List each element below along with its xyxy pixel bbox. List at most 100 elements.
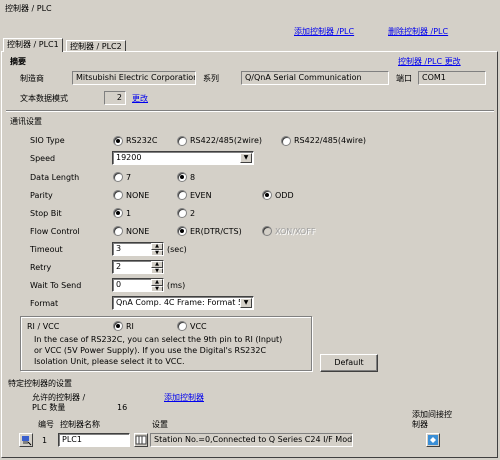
- chevron-down-icon[interactable]: ▼: [240, 153, 252, 163]
- summary-heading: 摘要: [10, 57, 26, 66]
- flow-none-label: NONE: [126, 227, 150, 236]
- retry-value: 2: [116, 262, 122, 271]
- settings-button[interactable]: [134, 433, 148, 447]
- flow-none-radio[interactable]: [113, 226, 123, 236]
- parity-even-label: EVEN: [190, 191, 212, 200]
- add-indirect-button[interactable]: [426, 433, 440, 447]
- data-length-8-label: 8: [190, 173, 196, 182]
- sio-rs422-2wire-radio[interactable]: [177, 136, 187, 146]
- wait-to-send-unit: (ms): [167, 281, 186, 290]
- stop-bit-label: Stop Bit: [30, 209, 62, 218]
- spin-up-icon[interactable]: ▲: [151, 261, 163, 268]
- data-length-7-label: 7: [126, 173, 132, 182]
- allowed-count-label-1: 允许的控制器 /: [32, 393, 86, 402]
- flow-er-label: ER(DTR/CTS): [190, 227, 242, 236]
- data-length-7-radio[interactable]: [113, 172, 123, 182]
- sio-rs232c-label: RS232C: [126, 136, 158, 145]
- flow-xonxoff-label: XON/XOFF: [275, 227, 316, 236]
- rivcc-ri-label: RI: [126, 322, 134, 331]
- specific-settings-heading: 特定控制器的设置: [8, 379, 72, 388]
- spin-down-icon[interactable]: ▼: [151, 286, 163, 291]
- col-settings-header: 设置: [152, 420, 168, 429]
- port-value: COM1: [418, 71, 486, 85]
- timeout-label: Timeout: [30, 245, 63, 254]
- allowed-count-label-2: PLC 数量: [32, 403, 66, 412]
- col-name-header: 控制器名称: [60, 420, 100, 429]
- retry-label: Retry: [30, 263, 52, 272]
- rivcc-note-line1: In the case of RS232C, you can select th…: [34, 335, 283, 344]
- flow-control-label: Flow Control: [30, 227, 80, 236]
- add-specific-controller-link[interactable]: 添加控制器: [164, 393, 204, 403]
- timeout-unit: (sec): [167, 245, 187, 254]
- series-value: Q/QnA Serial Communication: [241, 71, 389, 85]
- timeout-stepper[interactable]: 3 ▲ ▼: [112, 242, 164, 256]
- speed-label: Speed: [30, 154, 56, 163]
- parity-label: Parity: [30, 191, 53, 200]
- speed-value: 19200: [116, 153, 142, 162]
- retry-stepper[interactable]: 2 ▲ ▼: [112, 260, 164, 274]
- rivcc-note-line2: or VCC (5V Power Supply). If you use the…: [34, 346, 267, 355]
- delete-controller-link[interactable]: 删除控制器 /PLC: [388, 27, 448, 37]
- allowed-count-value: 16: [117, 403, 128, 412]
- rivcc-label: RI / VCC: [27, 322, 60, 331]
- flow-er-radio[interactable]: [177, 226, 187, 236]
- col-number-header: 编号: [38, 420, 54, 429]
- spin-down-icon[interactable]: ▼: [151, 268, 163, 273]
- format-value: QnA Comp. 4C Frame: Format 5: [116, 298, 244, 307]
- series-label: 系列: [203, 74, 219, 83]
- parity-odd-radio[interactable]: [262, 190, 272, 200]
- add-indirect-icon: [428, 435, 438, 445]
- text-mode-value: 2: [104, 91, 126, 105]
- wait-to-send-stepper[interactable]: 0 ▲ ▼: [112, 278, 164, 292]
- add-indirect-header-2: 制器: [412, 420, 428, 429]
- stop-bit-1-radio[interactable]: [113, 208, 123, 218]
- rivcc-ri-radio[interactable]: [113, 321, 123, 331]
- wait-to-send-value: 0: [116, 280, 122, 289]
- sio-rs232c-radio[interactable]: [113, 136, 123, 146]
- data-length-8-radio[interactable]: [177, 172, 187, 182]
- port-label: 端口: [396, 74, 412, 83]
- rivcc-note-line3: Isolation Unit, please select it to VCC.: [34, 357, 185, 366]
- data-length-label: Data Length: [30, 173, 80, 182]
- row-settings-value: Station No.=0,Connected to Q Series C24 …: [150, 433, 353, 447]
- parity-odd-label: ODD: [275, 191, 294, 200]
- format-label: Format: [30, 299, 59, 308]
- spin-up-icon[interactable]: ▲: [151, 279, 163, 286]
- change-controller-link[interactable]: 控制器 /PLC 更改: [398, 57, 461, 67]
- window-title: 控制器 / PLC: [5, 4, 52, 13]
- stop-bit-1-label: 1: [126, 209, 132, 218]
- rivcc-vcc-radio[interactable]: [177, 321, 187, 331]
- divider: [6, 110, 494, 112]
- sio-type-label: SIO Type: [30, 136, 65, 145]
- parity-none-label: NONE: [126, 191, 150, 200]
- row-number: 1: [42, 436, 48, 445]
- rivcc-vcc-label: VCC: [190, 322, 207, 331]
- text-mode-label: 文本数据模式: [20, 94, 68, 103]
- sio-rs422-4wire-radio[interactable]: [281, 136, 291, 146]
- text-mode-change-link[interactable]: 更改: [132, 94, 148, 104]
- sio-rs422-4wire-label: RS422/485(4wire): [294, 136, 367, 145]
- settings-grid-icon: [135, 435, 147, 445]
- spin-up-icon[interactable]: ▲: [151, 243, 163, 250]
- spin-down-icon[interactable]: ▼: [151, 250, 163, 255]
- parity-even-radio[interactable]: [177, 190, 187, 200]
- wait-to-send-label: Wait To Send: [30, 281, 82, 290]
- flow-xonxoff-radio: [262, 226, 272, 236]
- controller-row-icon[interactable]: [19, 433, 33, 447]
- sio-rs422-2wire-label: RS422/485(2wire): [190, 136, 263, 145]
- manufacturer-value: Mitsubishi Electric Corporation: [72, 71, 196, 85]
- speed-select[interactable]: 19200 ▼: [112, 151, 254, 165]
- default-button[interactable]: Default: [320, 354, 378, 372]
- tab-plc1[interactable]: 控制器 / PLC1: [3, 38, 63, 52]
- manufacturer-label: 制造商: [20, 74, 44, 83]
- chevron-down-icon[interactable]: ▼: [240, 298, 252, 308]
- comm-settings-heading: 通讯设置: [10, 117, 42, 126]
- add-controller-link[interactable]: 添加控制器 /PLC: [294, 27, 354, 37]
- row-controller-name[interactable]: PLC1: [58, 433, 130, 447]
- stop-bit-2-label: 2: [190, 209, 196, 218]
- format-select[interactable]: QnA Comp. 4C Frame: Format 5 ▼: [112, 296, 254, 310]
- stop-bit-2-radio[interactable]: [177, 208, 187, 218]
- controller-icon: [22, 436, 32, 446]
- timeout-value: 3: [116, 244, 122, 253]
- parity-none-radio[interactable]: [113, 190, 123, 200]
